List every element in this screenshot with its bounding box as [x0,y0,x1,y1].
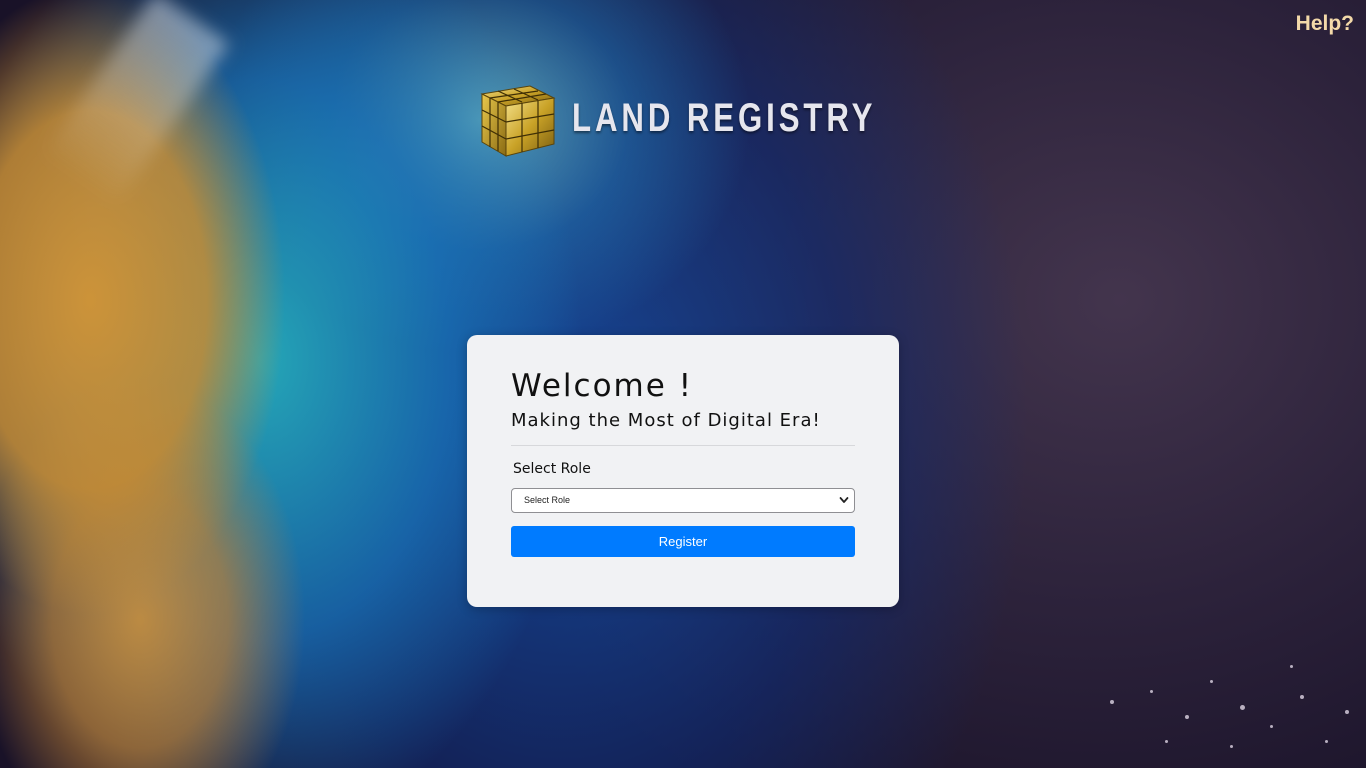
role-select[interactable]: Select Role [511,488,855,513]
sea-speck [1165,740,1168,743]
role-label: Select Role [513,461,591,477]
sea-speck [1185,715,1189,719]
logo-text: LAND REGISTRY [572,95,877,140]
welcome-card: Welcome ! Making the Most of Digital Era… [467,335,899,607]
sea-speck [1150,690,1153,693]
sea-speck [1230,745,1233,748]
sea-speck [1345,710,1349,714]
role-select-value: Select Role [524,495,571,505]
sea-speck [1300,695,1304,699]
welcome-title: Welcome ! [511,368,694,404]
chevron-down-icon [839,497,849,503]
help-link[interactable]: Help? [1296,12,1354,36]
sea-speck [1270,725,1273,728]
divider [511,445,855,446]
sea-speck [1210,680,1213,683]
sea-speck [1240,705,1245,710]
sea-speck [1110,700,1114,704]
land-registry-logo: LAND REGISTRY [476,76,962,160]
gold-cube-icon [480,85,556,157]
sea-speck [1325,740,1328,743]
cloud-haze [40,0,230,208]
sea-speck [1290,665,1293,668]
welcome-subtitle: Making the Most of Digital Era! [511,410,821,431]
register-button[interactable]: Register [511,526,855,557]
